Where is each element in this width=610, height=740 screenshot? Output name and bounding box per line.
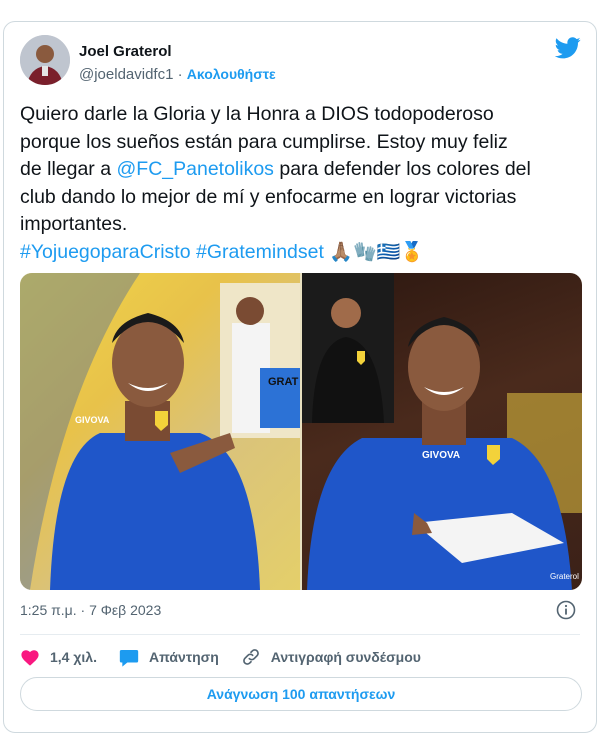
read-replies-button[interactable]: Ανάγνωση 100 απαντήσεων xyxy=(20,677,582,711)
author-handle-row: @joeldavidfc1 · Ακολουθήστε xyxy=(79,66,276,83)
photo-left[interactable]: GRAT GIVOVA xyxy=(20,273,300,590)
tweet-card: Joel Graterol @joeldavidfc1 · Ακολουθήστ… xyxy=(3,21,597,733)
reply-button[interactable]: Απάντηση xyxy=(119,648,219,667)
watermark-text: Graterol xyxy=(550,572,579,581)
mention-link[interactable]: @FC_Panetolikos xyxy=(116,158,273,180)
left-brand-text: GIVOVA xyxy=(75,415,110,425)
right-brand-text: GIVOVA xyxy=(422,450,460,461)
hashtag-link[interactable]: #Gratemindset xyxy=(196,241,324,263)
photo-right[interactable]: GIVOVA Graterol xyxy=(302,273,582,590)
link-icon xyxy=(242,649,259,665)
tweet-timestamp[interactable]: 1:25 π.μ. · 7 Φεβ 2023 xyxy=(20,602,161,618)
tweet-text: Quiero darle la Gloria y la Honra a DIOS… xyxy=(20,101,586,266)
tweet-media[interactable]: GRAT GIVOVA GIVOVA Graterol xyxy=(20,273,582,590)
jersey-text: GRAT xyxy=(268,376,299,388)
avatar[interactable] xyxy=(20,35,70,85)
speech-bubble-icon xyxy=(119,649,139,667)
info-icon[interactable] xyxy=(556,600,576,620)
heart-icon xyxy=(21,650,39,666)
author-handle[interactable]: @joeldavidfc1 xyxy=(79,66,173,83)
like-button[interactable]: 1,4 χιλ. xyxy=(20,648,97,666)
tweet-actions: 1,4 χιλ. Απάντηση Αντιγραφή συνδέσμου xyxy=(20,643,443,671)
twitter-bird-icon[interactable] xyxy=(555,37,581,59)
reply-label: Απάντηση xyxy=(148,649,219,665)
divider xyxy=(20,634,580,635)
copy-link-button[interactable]: Αντιγραφή συνδέσμου xyxy=(241,647,421,667)
follow-link[interactable]: Ακολουθήστε xyxy=(187,66,276,82)
author-name[interactable]: Joel Graterol xyxy=(79,43,172,60)
like-count: 1,4 χιλ. xyxy=(50,649,97,665)
separator: · xyxy=(177,66,183,83)
emoji-group: 🙏🏽🧤🇬🇷🏅 xyxy=(329,241,424,263)
copy-link-label: Αντιγραφή συνδέσμου xyxy=(270,649,421,665)
hashtag-link[interactable]: #YojuegoparaCristo xyxy=(20,241,191,263)
